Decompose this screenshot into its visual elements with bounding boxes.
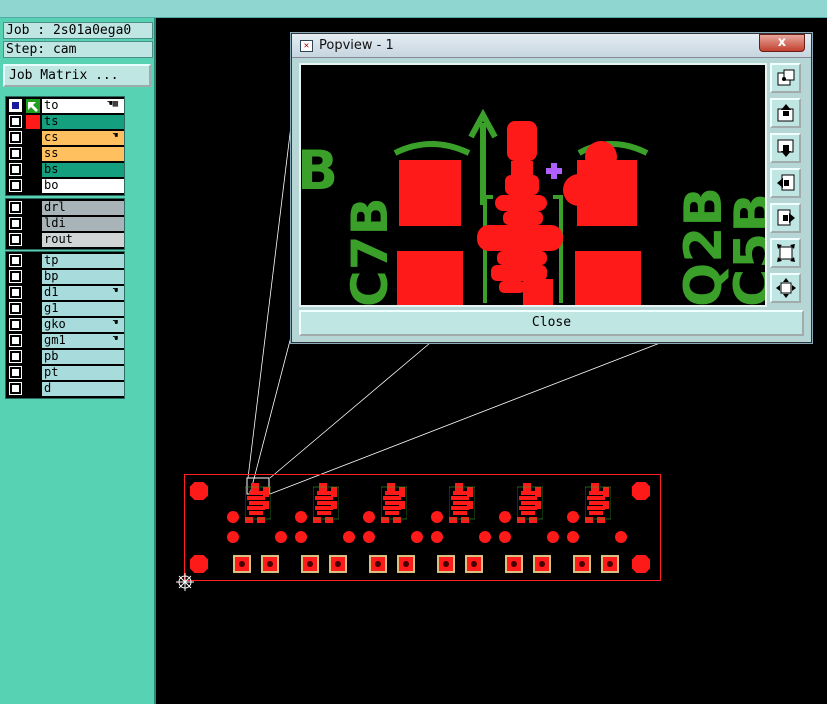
pan-up-icon [777, 104, 794, 122]
popview-title: Popview - 1 [319, 38, 394, 53]
fiducial-pad [190, 482, 208, 500]
smd-pad [369, 555, 387, 573]
round-pad [499, 511, 511, 523]
round-pad [343, 531, 355, 543]
pan-left-icon [777, 174, 795, 191]
round-pad [615, 531, 627, 543]
ic-footprint [448, 483, 476, 523]
smd-pad [601, 555, 619, 573]
pan-right-icon [777, 209, 795, 226]
window-app-icon: ✕ [300, 40, 313, 52]
round-pad [547, 531, 559, 543]
popview-toolbar [768, 63, 806, 307]
round-pad [363, 531, 375, 543]
ic-footprint [584, 483, 612, 523]
smd-pad [465, 555, 483, 573]
silk-label-c5b: C5B [724, 193, 765, 305]
smd-pad [261, 555, 279, 573]
zoom-in-icon [777, 244, 795, 262]
round-pad [295, 511, 307, 523]
round-pad [431, 511, 443, 523]
zoom-window-icon [777, 69, 795, 86]
pan-left-button[interactable] [770, 168, 801, 198]
smd-pad [233, 555, 251, 573]
ic-footprint [380, 483, 408, 523]
pan-right-button[interactable] [770, 203, 801, 233]
round-pad [363, 511, 375, 523]
round-pad [227, 531, 239, 543]
round-pad [411, 531, 423, 543]
round-pad [227, 511, 239, 523]
silk-label-c7b: C7B [341, 197, 399, 305]
smd-pad [533, 555, 551, 573]
fiducial-pad [632, 555, 650, 573]
zoom-window-button[interactable] [770, 63, 801, 93]
ic-footprint [516, 483, 544, 523]
popview-close-button[interactable]: Close [299, 310, 804, 336]
smd-pad [437, 555, 455, 573]
fiducial-pad [190, 555, 208, 573]
smd-pad [505, 555, 523, 573]
smd-pad [301, 555, 319, 573]
round-pad [275, 531, 287, 543]
crosshair-cursor-icon [176, 573, 194, 591]
round-pad [295, 531, 307, 543]
zoom-out-button[interactable] [770, 273, 801, 303]
silk-label-b: B [301, 139, 338, 202]
popview-window: ✕ Popview - 1 x B C7B Q2B C5B Close [291, 33, 812, 343]
ic-footprint [312, 483, 340, 523]
pan-down-button[interactable] [770, 133, 801, 163]
popview-titlebar[interactable]: ✕ Popview - 1 [292, 34, 811, 58]
zoom-out-icon [776, 278, 796, 298]
pan-down-icon [777, 139, 794, 157]
smd-pad [397, 555, 415, 573]
window-close-button[interactable]: x [759, 34, 805, 52]
zoom-in-button[interactable] [770, 238, 801, 268]
pcb-board-outline [184, 474, 661, 581]
round-pad [567, 531, 579, 543]
round-pad [479, 531, 491, 543]
round-pad [499, 531, 511, 543]
ic-footprint [244, 483, 272, 523]
pan-up-button[interactable] [770, 98, 801, 128]
popview-zoom-view[interactable]: B C7B Q2B C5B [299, 63, 767, 307]
fiducial-pad [632, 482, 650, 500]
round-pad [431, 531, 443, 543]
round-pad [567, 511, 579, 523]
smd-pad [329, 555, 347, 573]
smd-pad [573, 555, 591, 573]
